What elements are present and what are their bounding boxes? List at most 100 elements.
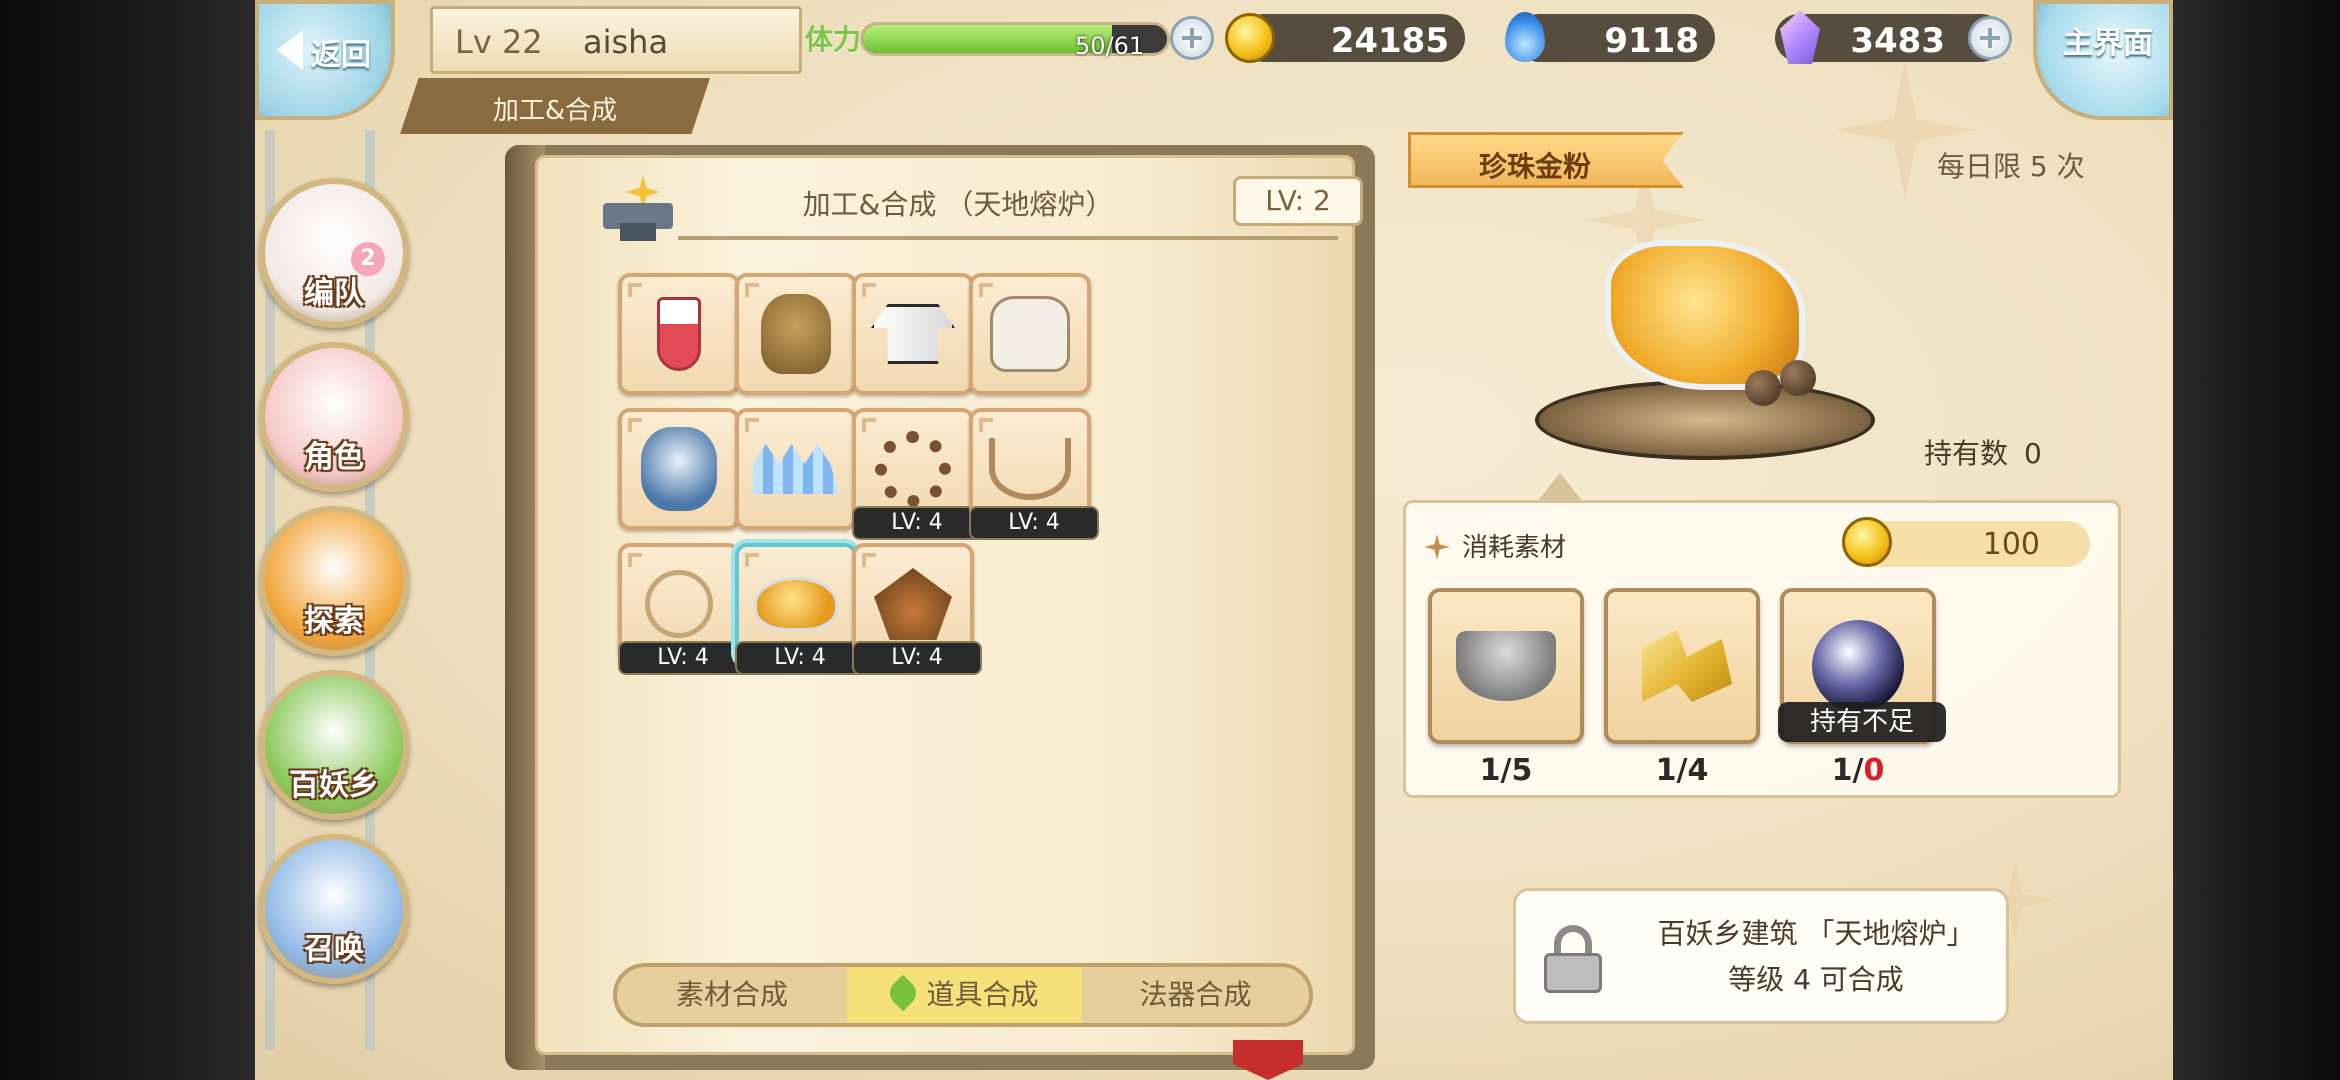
nav-character-label: 角色 [304,440,364,475]
slot-corner-ornament [745,553,759,567]
item-slot-fur-pelt[interactable] [618,408,740,530]
daily-limit-text: 每日限 5 次 [1937,150,2085,183]
herb-bundle-icon [874,568,952,640]
tab-material-craft[interactable]: 素材合成 [617,967,847,1023]
player-level: Lv 22 [455,23,543,61]
material-dark-orb-count: 1/0 [1780,753,1936,788]
lock-line-1: 百妖乡建筑 「天地熔炉」 [1657,917,1975,950]
nav-team-label: 编队 [304,276,364,311]
pearl-gold-powder-image [1535,210,1875,460]
item-slot-herb-bundle[interactable]: LV: 4 [852,543,982,675]
slot-corner-ornament [979,283,993,297]
pearl [1745,370,1781,406]
materials-panel: 消耗素材 100 1/5 1/4 持有不足 1/0 [1403,473,2121,798]
held-value: 0 [2024,437,2042,470]
owl-figure-icon [761,294,831,374]
spirit-value: 9118 [1604,21,1699,61]
slot-corner-ornament [628,283,642,297]
orb-count-held: 0 [1863,753,1885,788]
slot-corner-ornament [745,283,759,297]
gold-cost-value: 100 [1982,527,2040,562]
home-button[interactable]: 主界面 [2033,0,2173,120]
item-slot-robe[interactable] [852,273,974,395]
stamina-label: 体力 [805,23,862,56]
crystal-shards-icon [753,444,839,494]
tab-item-craft[interactable]: 道具合成 [847,967,1082,1023]
back-arrow-icon [277,30,303,70]
spirit-counter: 9118 [1515,14,1715,62]
tab-item-label: 道具合成 [926,978,1039,1011]
item-slot-owl-figure[interactable] [735,273,857,395]
star-bullet-icon [1424,534,1450,560]
dark-orb-icon [1812,620,1904,712]
item-slot-gloves[interactable] [969,273,1091,395]
wood-beads-icon [875,431,951,507]
tab-material-label: 素材合成 [675,978,788,1011]
gold-coin-icon [1225,13,1275,63]
item-name: 珍珠金粉 [1479,150,1592,183]
top-bar: 返回 Lv 22 aisha 加工&合成 体力 50/61 24185 9118 [255,0,2173,134]
nav-village-label: 百妖乡 [289,768,379,803]
back-button[interactable]: 返回 [255,0,395,120]
furnace-level-badge: LV: 2 [1233,176,1363,226]
slot-corner-ornament [979,418,993,432]
material-mortar-count: 1/5 [1479,753,1533,788]
item-name-banner: 珍珠金粉 [1408,132,1684,188]
nav-village-button[interactable]: 百妖乡 [259,670,409,820]
pearl-gold-powder-icon [754,577,838,631]
nav-summon-label: 召唤 [304,932,364,967]
slot-corner-ornament [628,418,642,432]
required-level-tag: LV: 4 [735,641,865,675]
nav-character-button[interactable]: 角色 [259,342,409,492]
section-title-tab: 加工&合成 [400,78,710,134]
red-potion-icon [657,297,701,371]
required-level-tag: LV: 4 [618,641,748,675]
add-gems-button[interactable] [1968,16,2012,60]
nav-explore-button[interactable]: 探索 [259,506,409,656]
gold-cost: 100 [1842,517,2090,567]
nav-explore-label: 探索 [304,604,364,639]
game-screen: 返回 Lv 22 aisha 加工&合成 体力 50/61 24185 9118 [255,0,2173,1080]
material-dark-orb[interactable]: 持有不足 [1778,588,1946,744]
item-slot-red-potion[interactable] [618,273,740,395]
back-label: 返回 [311,38,371,73]
title-divider [678,236,1338,240]
plate [1535,380,1875,460]
lock-line-2: 等级 4 可合成 [1728,963,1904,996]
item-slot-tooth-necklace[interactable]: LV: 4 [969,408,1099,540]
gold-value: 24185 [1330,21,1449,61]
right-letterbox [2173,0,2340,1080]
crafting-book: 加工&合成 （天地熔炉） LV: 2 LV: 4 LV: 4 LV: 4 LV: 4L… [505,145,1375,1070]
tab-artifact-craft[interactable]: 法器合成 [1082,967,1309,1023]
required-level-tag: LV: 4 [969,506,1099,540]
bookmark-ribbon [1233,1040,1303,1080]
anvil-hammer-icon [598,173,678,243]
held-count: 持有数 0 [1924,432,2042,472]
home-label: 主界面 [2063,26,2153,61]
padlock-icon [1544,925,1602,993]
book-page: 加工&合成 （天地熔炉） LV: 2 LV: 4 LV: 4 LV: 4 LV: 4L… [535,155,1363,1055]
item-slot-rope-charm[interactable]: LV: 4 [618,543,748,675]
lock-message: 百妖乡建筑 「天地熔炉」 等级 4 可合成 [1636,911,1996,1003]
add-stamina-button[interactable] [1170,16,1214,60]
material-mortar[interactable] [1428,588,1584,744]
gem-value: 3483 [1850,21,1945,61]
tooth-necklace-icon [989,438,1071,500]
craft-tabs: 素材合成 道具合成 法器合成 [613,963,1313,1027]
slot-corner-ornament [628,553,642,567]
nav-summon-button[interactable]: 召唤 [259,834,409,984]
gold-coin-icon [1842,517,1892,567]
slot-corner-ornament [862,283,876,297]
item-slot-crystal-shards[interactable] [735,408,857,530]
leaf-icon [885,974,922,1012]
item-slot-wood-beads[interactable]: LV: 4 [852,408,982,540]
gloves-icon [990,296,1070,372]
required-level-tag: LV: 4 [852,641,982,675]
stamina-text: 50/61 [1075,32,1145,60]
item-slot-pearl-gold-powder[interactable]: LV: 4 [735,543,865,675]
material-gold-cubes[interactable] [1604,588,1760,744]
nav-team-button[interactable]: 2 编队 [259,178,409,328]
fur-pelt-icon [641,427,717,511]
player-name: aisha [583,23,669,61]
locked-craft-notice: 百妖乡建筑 「天地熔炉」 等级 4 可合成 [1513,888,2009,1024]
